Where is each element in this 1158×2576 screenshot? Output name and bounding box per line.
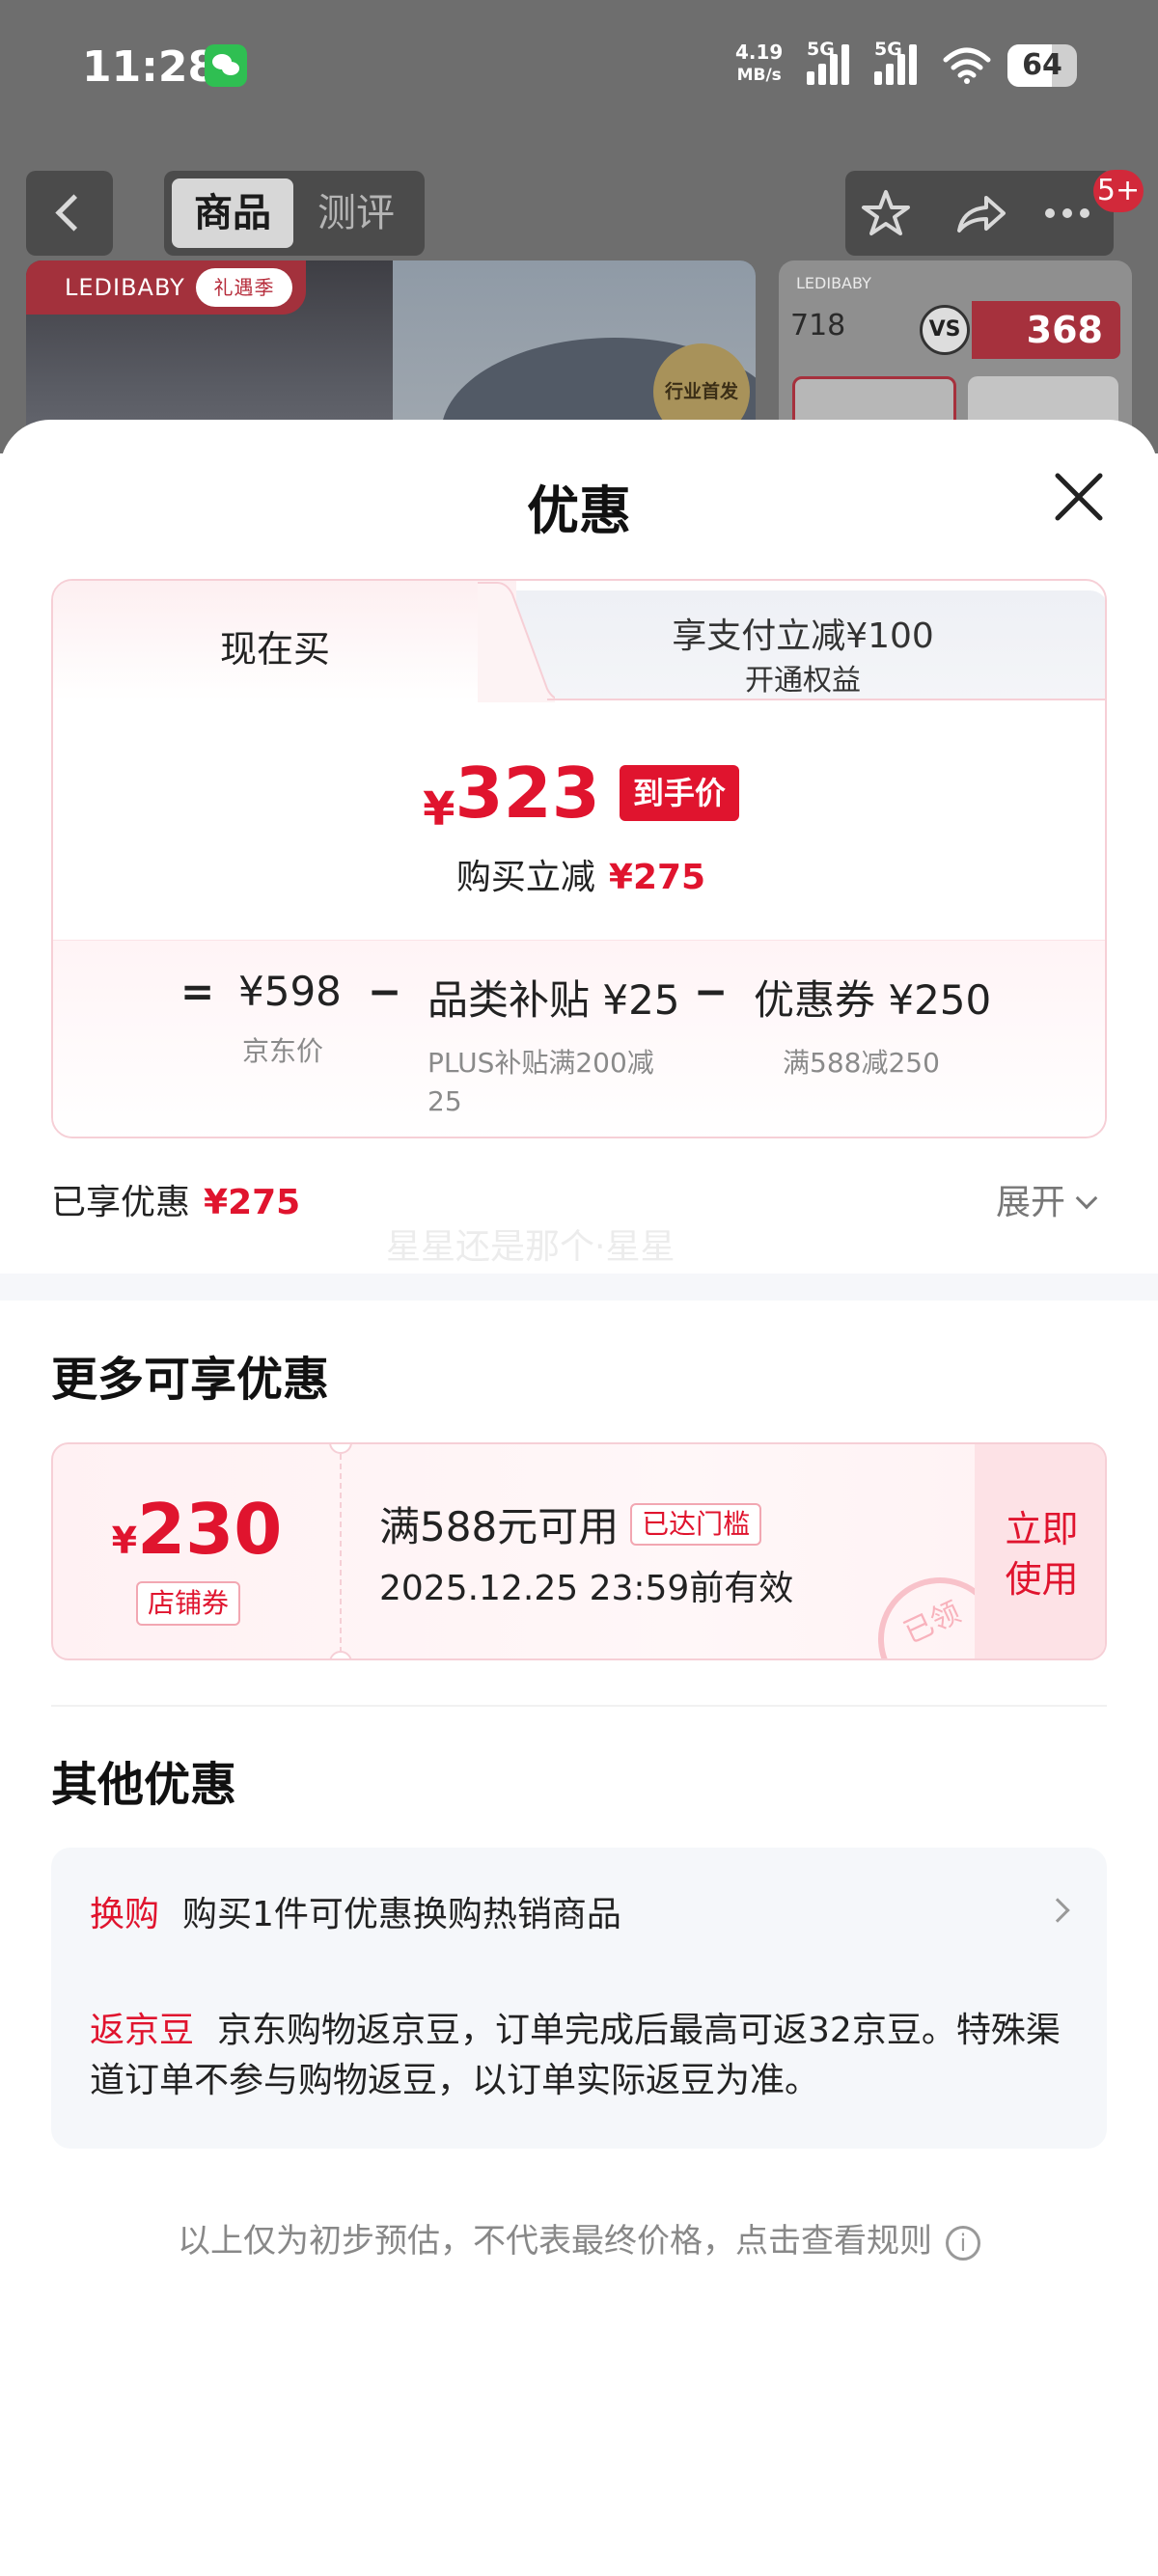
- battery-level: 64: [1022, 48, 1062, 82]
- compare-brand: LEDIBABY: [796, 274, 871, 292]
- final-price-tag: 到手价: [619, 765, 739, 821]
- signal-1-label: 5G: [807, 39, 835, 60]
- tab-review[interactable]: 测评: [295, 178, 417, 248]
- jd-bean-row: 返京豆 京东购物返京豆，订单完成后最高可返32京豆。特殊渠道订单不参与购物返豆，以…: [90, 2006, 1084, 2106]
- network-speed-unit: MB/s: [736, 66, 782, 85]
- favorite-star-icon[interactable]: [857, 184, 915, 242]
- breakdown-jd-price: ¥598 京东价: [238, 968, 342, 1071]
- use-coupon-label-1: 立即: [1005, 1508, 1079, 1550]
- breakdown-coupon: 优惠券 ¥250 满588减250: [754, 968, 991, 1082]
- jd-price-value: ¥598: [238, 968, 342, 1015]
- wifi-icon: [943, 47, 991, 84]
- coupon-currency: ¥: [111, 1520, 138, 1562]
- breakdown-subsidy: 品类补贴 ¥25 PLUS补贴满200减25: [427, 968, 680, 1121]
- product-tabs: 商品 测评: [164, 171, 425, 256]
- price-breakdown: = ¥598 京东价 − 品类补贴 ¥25 PLUS补贴满200减25 − 优惠…: [53, 940, 1105, 1137]
- expand-label: 展开: [996, 1183, 1066, 1222]
- compare-price: 718: [790, 309, 846, 343]
- jd-bean-label: 返京豆: [90, 2011, 195, 2050]
- jd-price-label: 京东价: [242, 1035, 324, 1067]
- coupon-amount: 230: [137, 1489, 283, 1570]
- use-coupon-label-2: 使用: [1005, 1558, 1079, 1601]
- user-watermark: 星星还是那个·星星: [386, 1227, 676, 1267]
- subsidy-note: PLUS补贴满200减25: [427, 1047, 654, 1117]
- info-icon[interactable]: i: [946, 2225, 980, 2261]
- store-coupon-card: ¥230 店铺券 满588元可用 已达门槛 2025.12.25 23:59前有…: [51, 1442, 1107, 1660]
- minus-sign: −: [368, 968, 402, 1015]
- other-discounts-box: 换购 购买1件可优惠换购热销商品 返京豆 京东购物返京豆，订单完成后最高可返32京…: [51, 1848, 1107, 2149]
- use-coupon-button[interactable]: 立即 使用: [975, 1444, 1105, 1658]
- tab-product[interactable]: 商品: [172, 178, 293, 248]
- wechat-notification-icon: [205, 44, 247, 87]
- chevron-down-icon: [1075, 1187, 1098, 1210]
- tab-pay-discount-title: 享支付立减¥100: [672, 617, 934, 656]
- rules-note-text: 以上仅为初步预估，不代表最终价格，点击查看规则: [178, 2222, 932, 2261]
- discount-sheet: 优惠 享支付立减¥100 开通权益 现在买 ¥323 到手价 购买立减 ¥275: [0, 420, 1158, 2576]
- enjoyed-label: 已享优惠: [51, 1183, 191, 1222]
- coupon-note: 满588减250: [783, 1047, 940, 1079]
- subsidy-value: 品类补贴 ¥25: [427, 976, 680, 1024]
- expand-button[interactable]: 展开: [996, 1174, 1098, 1224]
- instant-discount: 购买立减 ¥275: [53, 849, 1105, 899]
- status-time: 11:28: [82, 42, 218, 92]
- brand-gift-tag: 礼遇季: [196, 268, 292, 307]
- equals-sign: =: [180, 968, 215, 1015]
- rules-note[interactable]: 以上仅为初步预估，不代表最终价格，点击查看规则 i: [0, 2214, 1158, 2261]
- more-icon[interactable]: [1038, 184, 1096, 242]
- enjoyed-value: ¥275: [204, 1183, 301, 1222]
- divider: [51, 1705, 1107, 1707]
- trade-in-label: 换购: [90, 1895, 160, 1934]
- instant-discount-label: 购买立减: [455, 858, 595, 897]
- other-discounts-title: 其他优惠: [51, 1758, 237, 1812]
- coupon-type-badge: 店铺券: [136, 1581, 241, 1626]
- final-price-currency: ¥: [423, 782, 455, 836]
- final-price: ¥323 到手价: [53, 753, 1105, 836]
- tab-pay-discount[interactable]: 享支付立减¥100 开通权益: [497, 590, 1105, 700]
- jd-bean-text: 京东购物返京豆，订单完成后最高可返32京豆。特殊渠道订单不参与购物返豆，以订单实…: [90, 2011, 1061, 2100]
- tab-buy-now-label: 现在买: [219, 628, 330, 671]
- background-page: 11:28 4.19 MB/s 5G 5G 64 商品 测评 5+ LEDIBA…: [0, 0, 1158, 453]
- brand-tag: LEDIBABY 礼遇季: [26, 260, 306, 315]
- signal-icon-2: 5G: [874, 39, 917, 85]
- tab-buy-now[interactable]: 现在买: [53, 581, 516, 700]
- minus-sign: −: [694, 968, 729, 1015]
- trade-in-row[interactable]: 换购 购买1件可优惠换购热销商品: [90, 1886, 621, 1936]
- status-bar: 11:28 4.19 MB/s 5G 5G 64: [0, 0, 1158, 135]
- price-card: 享支付立减¥100 开通权益 现在买 ¥323 到手价 购买立减 ¥275 = ¥: [51, 579, 1107, 1138]
- enjoyed-discount: 已享优惠 ¥275: [51, 1174, 300, 1224]
- signal-2-label: 5G: [874, 39, 902, 60]
- share-icon[interactable]: [951, 184, 1009, 242]
- tab-slant-edge: [478, 581, 555, 702]
- header-actions: [845, 171, 1114, 256]
- signal-icon-1: 5G: [807, 39, 849, 85]
- vs-badge: VS: [920, 305, 970, 355]
- coupon-value-block: ¥230 店铺券: [53, 1444, 341, 1658]
- message-badge: 5+: [1093, 170, 1144, 212]
- sheet-title: 优惠: [527, 480, 631, 541]
- coupon-value: 优惠券 ¥250: [754, 976, 992, 1024]
- back-button[interactable]: [26, 171, 113, 256]
- promo-price: 368: [972, 301, 1120, 359]
- tab-pay-discount-subtitle: 开通权益: [745, 664, 861, 698]
- more-discounts-title: 更多可享优惠: [51, 1353, 330, 1407]
- brand-name: LEDIBABY: [65, 274, 185, 301]
- final-price-amount: 323: [455, 753, 600, 834]
- close-icon[interactable]: [1052, 470, 1106, 524]
- instant-discount-value: ¥275: [608, 858, 706, 897]
- battery-icon: 64: [1007, 44, 1077, 87]
- coupon-condition-text: 满588元可用: [379, 1503, 620, 1550]
- network-speed-value: 4.19: [735, 41, 784, 64]
- trade-in-text: 购买1件可优惠换购热销商品: [182, 1895, 621, 1934]
- threshold-reached-badge: 已达门槛: [630, 1502, 762, 1546]
- coupon-expiry: 2025.12.25 23:59前有效: [379, 1569, 794, 1608]
- coupon-condition: 满588元可用 已达门槛: [379, 1494, 762, 1553]
- section-divider: [0, 1274, 1158, 1301]
- chevron-right-icon[interactable]: [1045, 1898, 1070, 1923]
- network-speed: 4.19 MB/s: [735, 41, 783, 87]
